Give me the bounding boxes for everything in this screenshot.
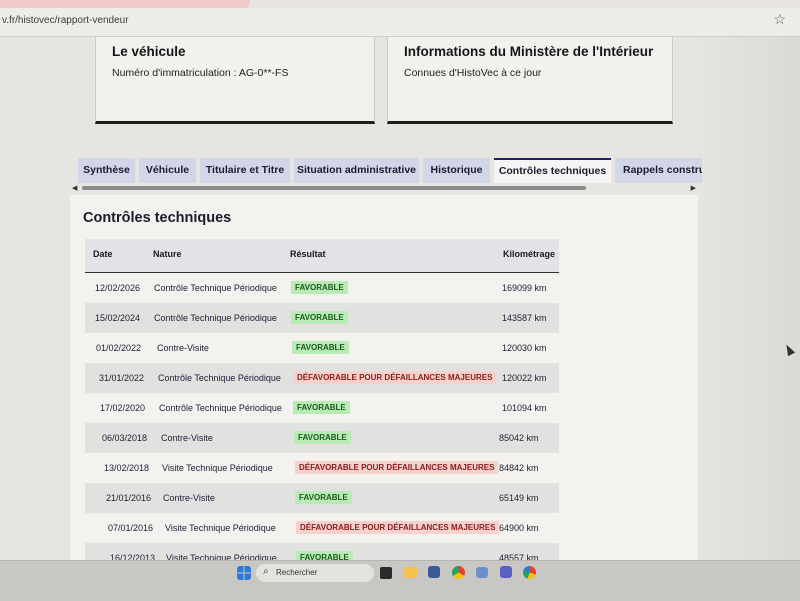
report-tabs: Synthèse Véhicule Titulaire et Titre Sit…	[78, 158, 702, 184]
row-nature: Visite Technique Périodique	[162, 463, 273, 473]
url-text[interactable]: v.fr/histovec/rapport-vendeur	[2, 15, 129, 26]
teams-icon[interactable]	[500, 566, 512, 578]
row-date: 21/01/2016	[106, 493, 152, 503]
windows-start-icon[interactable]	[237, 566, 251, 580]
file-explorer-icon[interactable]	[404, 567, 417, 578]
result-badge: FAVORABLE	[291, 311, 348, 324]
table-row: 06/03/2018 Contre-Visite FAVORABLE 85042…	[85, 423, 559, 453]
table-row: 17/02/2020 Contrôle Technique Périodique…	[85, 393, 559, 423]
registration-number: Numéro d'immatriculation : AG-0**-FS	[112, 67, 289, 79]
header-mileage: Kilométrage	[503, 249, 556, 259]
technical-controls-panel: Contrôles techniques Date Nature Résulta…	[70, 195, 698, 573]
scrollbar-thumb[interactable]	[82, 186, 586, 190]
header-result: Résultat	[290, 249, 326, 259]
row-mileage: 120022 km	[502, 373, 547, 383]
row-date: 06/03/2018	[102, 433, 148, 443]
bookmark-star-icon[interactable]: ☆	[773, 11, 786, 28]
row-nature: Contrôle Technique Périodique	[154, 313, 277, 323]
address-bar[interactable]: v.fr/histovec/rapport-vendeur ☆	[0, 8, 800, 37]
row-nature: Visite Technique Périodique	[165, 523, 276, 533]
page-content: Le véhicule Numéro d'immatriculation : A…	[0, 37, 800, 573]
result-badge: DÉFAVORABLE POUR DÉFAILLANCES MAJEURES	[295, 461, 499, 474]
row-nature: Contre-Visite	[157, 343, 209, 353]
result-badge: DÉFAVORABLE POUR DÉFAILLANCES MAJEURES	[296, 521, 500, 534]
row-mileage: 65149 km	[499, 493, 539, 503]
table-header: Date Nature Résultat Kilométrage	[85, 239, 559, 273]
section-title: Contrôles techniques	[83, 210, 232, 226]
row-date: 07/01/2016	[108, 523, 154, 533]
tab-synthese[interactable]: Synthèse	[78, 158, 135, 183]
tab-titulaire[interactable]: Titulaire et Titre	[200, 158, 290, 183]
row-nature: Contrôle Technique Périodique	[158, 373, 281, 383]
tab-situation-administrative[interactable]: Situation administrative	[294, 158, 419, 183]
row-mileage: 169099 km	[502, 283, 547, 293]
table-row: 21/01/2016 Contre-Visite FAVORABLE 65149…	[85, 483, 559, 513]
row-date: 13/02/2018	[104, 463, 150, 473]
ministry-card-title: Informations du Ministère de l'Intérieur	[404, 44, 654, 59]
vehicle-card: Le véhicule Numéro d'immatriculation : A…	[95, 37, 375, 124]
result-badge: DÉFAVORABLE POUR DÉFAILLANCES MAJEURES	[293, 371, 497, 384]
table-row: 31/01/2022 Contrôle Technique Périodique…	[85, 363, 559, 393]
table-row: 01/02/2022 Contre-Visite FAVORABLE 12003…	[85, 333, 559, 363]
store-icon[interactable]	[428, 566, 440, 578]
row-mileage: 85042 km	[499, 433, 539, 443]
result-badge: FAVORABLE	[294, 431, 351, 444]
browser-icon[interactable]	[523, 566, 536, 579]
scroll-left-icon[interactable]: ◀	[72, 184, 77, 192]
search-icon: ⌕	[263, 566, 269, 577]
table-row: 15/02/2024 Contrôle Technique Périodique…	[85, 303, 559, 333]
row-mileage: 143587 km	[502, 313, 547, 323]
result-badge: FAVORABLE	[293, 401, 350, 414]
taskbar-search-placeholder: Rechercher	[276, 568, 318, 577]
windows-taskbar: ⌕ Rechercher	[0, 560, 800, 601]
scroll-right-icon[interactable]: ▶	[691, 184, 696, 192]
row-nature: Contre-Visite	[161, 433, 213, 443]
browser-tab-strip	[0, 0, 800, 8]
result-badge: FAVORABLE	[291, 281, 348, 294]
header-date: Date	[93, 249, 113, 259]
browser-active-tab[interactable]	[0, 0, 250, 8]
row-mileage: 64900 km	[499, 523, 539, 533]
row-mileage: 120030 km	[502, 343, 547, 353]
chrome-icon[interactable]	[452, 566, 465, 579]
table-row: 12/02/2026 Contrôle Technique Périodique…	[85, 273, 559, 303]
row-mileage: 84842 km	[499, 463, 539, 473]
task-view-icon[interactable]	[380, 567, 392, 579]
result-badge: FAVORABLE	[292, 341, 349, 354]
row-date: 01/02/2022	[96, 343, 142, 353]
table-row: 13/02/2018 Visite Technique Périodique D…	[85, 453, 559, 483]
ministry-card: Informations du Ministère de l'Intérieur…	[387, 37, 673, 124]
tab-rappels-constructeur[interactable]: Rappels constructeur	[615, 158, 702, 183]
header-nature: Nature	[153, 249, 182, 259]
row-date: 17/02/2020	[100, 403, 146, 413]
tab-vehicule[interactable]: Véhicule	[139, 158, 196, 183]
mail-icon[interactable]	[476, 567, 488, 578]
taskbar-search-input[interactable]: ⌕ Rechercher	[256, 564, 374, 582]
row-nature: Contrôle Technique Périodique	[159, 403, 282, 413]
row-nature: Contre-Visite	[163, 493, 215, 503]
tab-controles-techniques[interactable]: Contrôles techniques	[494, 158, 611, 183]
vehicle-card-title: Le véhicule	[112, 44, 186, 59]
row-nature: Contrôle Technique Périodique	[154, 283, 277, 293]
table-row: 07/01/2016 Visite Technique Périodique D…	[85, 513, 559, 543]
tabs-scrollbar[interactable]: ◀ ▶	[72, 184, 696, 192]
result-badge: FAVORABLE	[295, 491, 352, 504]
technical-controls-table: Date Nature Résultat Kilométrage 12/02/2…	[85, 239, 559, 573]
row-date: 15/02/2024	[95, 313, 141, 323]
row-mileage: 101094 km	[502, 403, 547, 413]
ministry-card-subtitle: Connues d'HistoVec à ce jour	[404, 67, 542, 79]
tab-historique[interactable]: Historique	[423, 158, 490, 183]
row-date: 12/02/2026	[95, 283, 141, 293]
row-date: 31/01/2022	[99, 373, 145, 383]
